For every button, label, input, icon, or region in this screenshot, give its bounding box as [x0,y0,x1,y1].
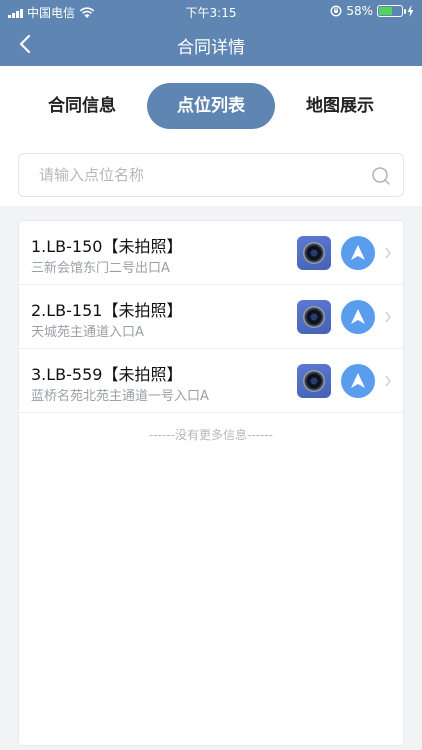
camera-icon [303,306,325,328]
camera-button[interactable] [297,236,331,270]
navigation-arrow-icon [351,309,365,324]
chevron-right-icon [385,311,391,323]
point-address: 天城苑主通道入口A [31,325,144,340]
point-title: 2.LB-151【未拍照】 [31,301,183,320]
chevron-right-icon [385,247,391,259]
camera-icon [303,242,325,264]
tab-bar: 合同信息 点位列表 地图展示 [0,66,422,146]
list-item[interactable]: 1.LB-150【未拍照】 三新会馆东门二号出口A [19,221,403,285]
battery-icon [377,5,406,17]
search-section [0,146,422,206]
navigation-arrow-icon [351,245,365,260]
point-list: 1.LB-150【未拍照】 三新会馆东门二号出口A 2.LB-151【未拍照】 … [18,220,404,746]
status-right: 58% [330,4,414,18]
navigate-button[interactable] [341,236,375,270]
list-item[interactable]: 2.LB-151【未拍照】 天城苑主通道入口A [19,285,403,349]
navigation-arrow-icon [351,373,365,388]
list-end-message: ------没有更多信息------ [149,428,273,442]
tab-point-list[interactable]: 点位列表 [147,83,275,129]
point-address: 蓝桥名苑北苑主通道一号入口A [31,389,209,404]
battery-fill [379,7,392,15]
orientation-lock-icon [330,5,342,17]
navigate-button[interactable] [341,364,375,398]
chevron-right-icon [385,375,391,387]
search-input[interactable] [19,154,359,196]
search-box [18,153,404,197]
nav-bar: 合同详情 [0,22,422,66]
list-item[interactable]: 3.LB-559【未拍照】 蓝桥名苑北苑主通道一号入口A [19,349,403,413]
point-title: 1.LB-150【未拍照】 [31,237,183,256]
status-bar: 中国电信 下午3:15 58% [0,0,422,22]
camera-button[interactable] [297,300,331,334]
point-title: 3.LB-559【未拍照】 [31,365,183,384]
navigate-button[interactable] [341,300,375,334]
camera-button[interactable] [297,364,331,398]
search-icon[interactable] [371,166,391,186]
point-address: 三新会馆东门二号出口A [31,261,170,276]
charging-icon [407,5,414,17]
header: 中国电信 下午3:15 58% 合同详情 [0,0,422,66]
tab-map-view[interactable]: 地图展示 [288,83,392,129]
camera-icon [303,370,325,392]
tab-contract-info[interactable]: 合同信息 [30,83,134,129]
battery-percent: 58% [346,4,373,18]
page-title: 合同详情 [177,38,245,58]
